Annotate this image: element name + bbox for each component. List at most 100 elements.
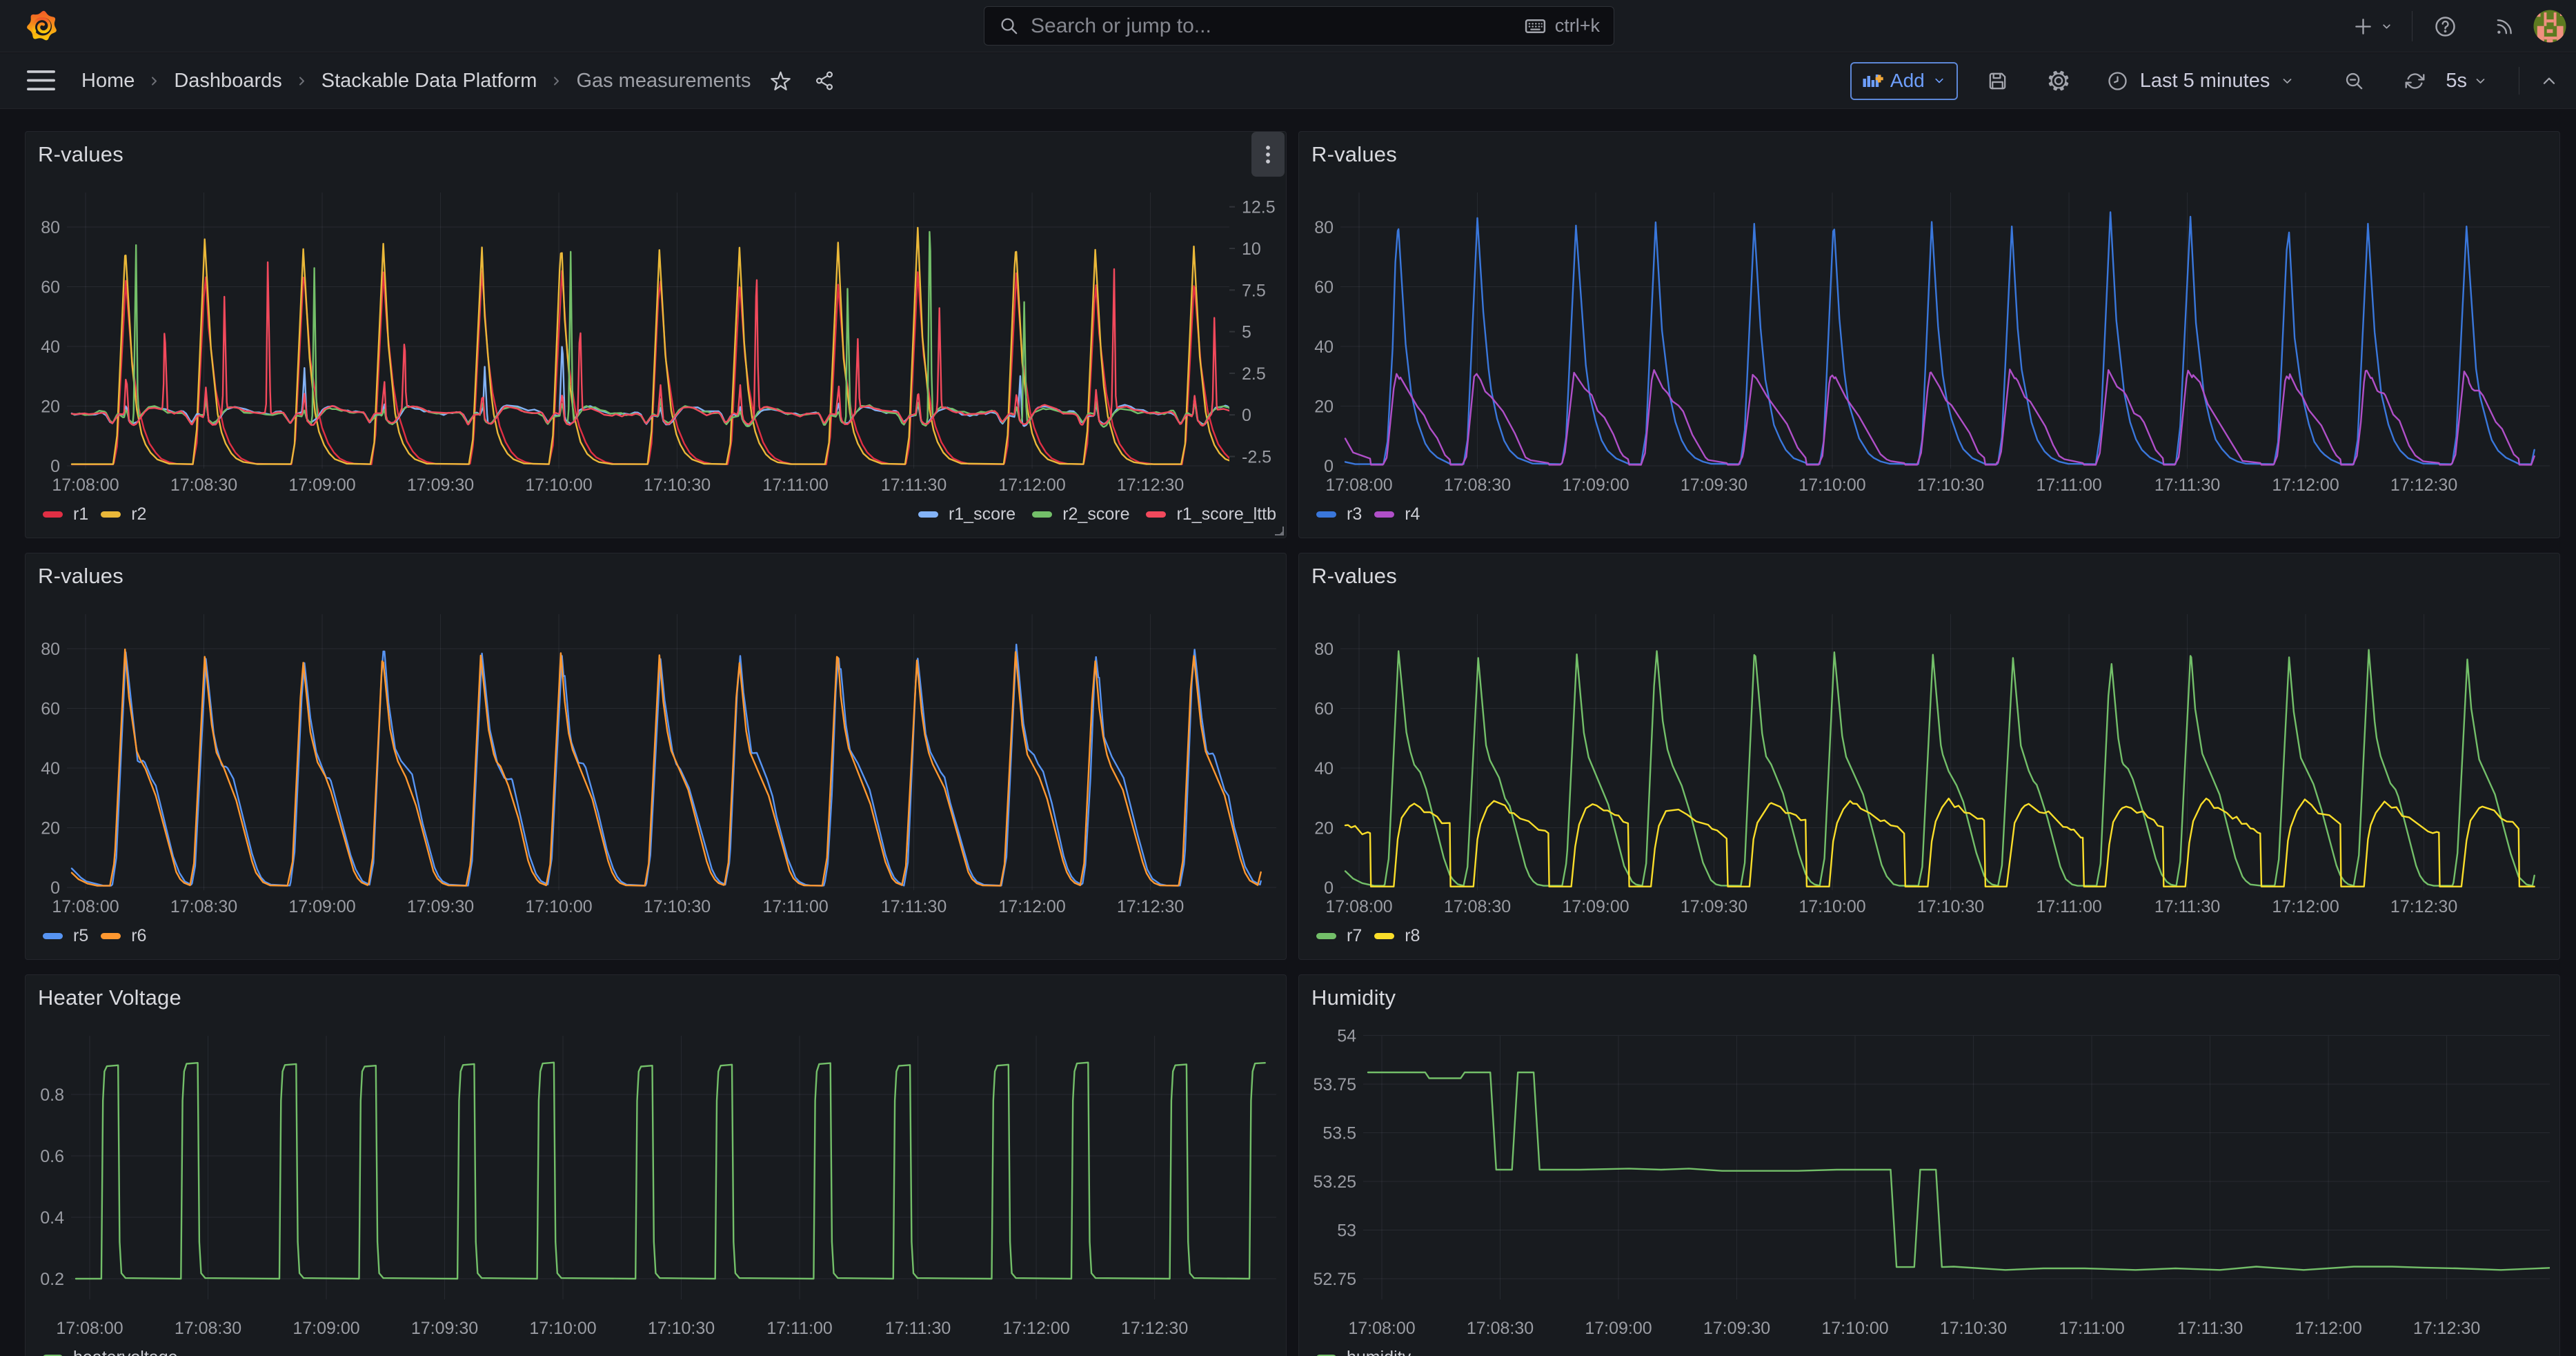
x-tick-label: 17:12:30: [2413, 1319, 2480, 1338]
x-tick-label: 17:09:30: [407, 475, 474, 495]
grafana-logo[interactable]: [25, 8, 59, 43]
legend-group: r3 r4: [1316, 504, 1432, 524]
series-r2[interactable]: [72, 228, 1261, 464]
legend-label: r8: [1405, 926, 1420, 946]
breadcrumb-dashboards[interactable]: Dashboards: [174, 70, 281, 92]
legend-swatch: [43, 933, 63, 939]
series-r2_score[interactable]: [72, 232, 1261, 427]
x-tick-label: 17:10:30: [1917, 475, 1984, 495]
series-r6[interactable]: [72, 649, 1261, 886]
panel-r-values-4: R-values 02040608017:08:0017:08:3017:09:…: [1298, 553, 2560, 960]
zoom-out-button[interactable]: [2324, 60, 2384, 101]
panel-legend: heatervoltage: [43, 1346, 1276, 1356]
y-tick-label: 0.8: [40, 1085, 64, 1105]
x-tick-label: 17:08:00: [52, 897, 119, 916]
legend-item-r7[interactable]: r7: [1316, 926, 1362, 946]
x-tick-label: 17:08:30: [170, 897, 237, 916]
x-tick-label: 17:11:00: [762, 475, 828, 495]
panel-r-values-3: R-values 02040608017:08:0017:08:3017:09:…: [25, 553, 1287, 960]
breadcrumb: Home Dashboards Stackable Data Platform …: [81, 70, 751, 92]
x-tick-label: 17:10:30: [644, 897, 711, 916]
legend-item-heatervoltage[interactable]: heatervoltage: [43, 1348, 178, 1356]
y-tick-label: 80: [1314, 218, 1334, 237]
time-series-chart[interactable]: 020406080-2.502.557.51012.517:08:0017:08…: [26, 132, 1286, 538]
legend-item-r2_score[interactable]: r2_score: [1032, 504, 1129, 524]
y2-tick-label: 2.5: [1242, 364, 1266, 384]
legend-swatch: [1146, 511, 1166, 518]
breadcrumb-folder[interactable]: Stackable Data Platform: [321, 70, 537, 92]
plus-icon: [2352, 16, 2374, 37]
refresh-interval-label: 5s: [2446, 70, 2467, 92]
legend-swatch: [1316, 933, 1336, 939]
y-tick-label: 20: [41, 397, 60, 417]
y2-tick-label: 0: [1242, 406, 1251, 425]
add-panel-button[interactable]: Add: [1850, 62, 1958, 100]
legend-item-r4[interactable]: r4: [1374, 504, 1420, 524]
refresh-button[interactable]: [2384, 60, 2445, 101]
legend-item-r5[interactable]: r5: [43, 926, 88, 946]
user-avatar[interactable]: [2527, 0, 2573, 52]
legend-item-r8[interactable]: r8: [1374, 926, 1420, 946]
series-heatervoltage[interactable]: [76, 1063, 1265, 1279]
new-button[interactable]: [2344, 0, 2402, 52]
y-tick-label: 52.75: [1313, 1270, 1356, 1289]
x-tick-label: 17:09:00: [1562, 475, 1629, 495]
star-icon: [769, 69, 793, 93]
x-tick-label: 17:12:30: [1117, 475, 1184, 495]
resize-handle[interactable]: [1274, 526, 1284, 535]
legend-label: r6: [131, 926, 146, 946]
dashboard-settings-button[interactable]: [2028, 60, 2089, 101]
save-icon: [1987, 70, 2008, 92]
series-r3[interactable]: [1345, 212, 2535, 464]
legend-item-r1_score_lttb[interactable]: r1_score_lttb: [1146, 504, 1276, 524]
legend-item-humidity[interactable]: humidity: [1316, 1348, 1411, 1356]
gear-icon: [2048, 70, 2070, 92]
time-range-picker[interactable]: Last 5 minutes: [2089, 70, 2324, 92]
x-tick-label: 17:11:30: [881, 475, 947, 495]
panel-r-values-1: R-values 020406080-2.502.557.51012.517:0…: [25, 131, 1287, 538]
help-button[interactable]: [2422, 0, 2468, 52]
x-tick-label: 17:10:00: [1821, 1319, 1888, 1338]
menu-toggle[interactable]: [27, 70, 55, 91]
dashboard-toolbar: Home Dashboards Stackable Data Platform …: [0, 53, 2576, 109]
x-tick-label: 17:10:00: [525, 897, 592, 916]
x-tick-label: 17:12:30: [1121, 1319, 1188, 1338]
time-series-chart[interactable]: 52.755353.2553.553.755417:08:0017:08:301…: [1299, 975, 2559, 1356]
chevron-right-icon: [146, 73, 162, 89]
panel-menu-button[interactable]: [1251, 132, 1285, 177]
share-button[interactable]: [813, 70, 835, 92]
time-series-chart[interactable]: 0.20.40.60.817:08:0017:08:3017:09:0017:0…: [26, 975, 1286, 1356]
collapse-toolbar-button[interactable]: [2528, 60, 2570, 101]
kebab-icon: [1265, 145, 1271, 164]
x-tick-label: 17:11:30: [2177, 1319, 2243, 1338]
legend-item-r3[interactable]: r3: [1316, 504, 1362, 524]
legend-item-r1[interactable]: r1: [43, 504, 88, 524]
legend-label: r7: [1347, 926, 1362, 946]
favorite-button[interactable]: [769, 69, 793, 93]
x-tick-label: 17:09:30: [1681, 475, 1747, 495]
x-tick-label: 17:08:30: [1467, 1319, 1534, 1338]
legend-swatch: [918, 511, 938, 518]
x-tick-label: 17:11:00: [2059, 1319, 2124, 1338]
x-tick-label: 17:10:30: [648, 1319, 715, 1338]
legend-swatch: [1032, 511, 1052, 518]
x-tick-label: 17:08:30: [1444, 897, 1511, 916]
time-series-chart[interactable]: 02040608017:08:0017:08:3017:09:0017:09:3…: [1299, 132, 2559, 538]
time-series-chart[interactable]: 02040608017:08:0017:08:3017:09:0017:09:3…: [26, 553, 1286, 959]
y-tick-label: 53.75: [1313, 1075, 1356, 1094]
search-input[interactable]: Search or jump to... ctrl+k: [984, 6, 1614, 46]
series-r5[interactable]: [72, 645, 1261, 886]
legend-item-r1_score[interactable]: r1_score: [918, 504, 1015, 524]
news-button[interactable]: [2481, 0, 2527, 52]
legend-item-r2[interactable]: r2: [101, 504, 146, 524]
breadcrumb-home[interactable]: Home: [81, 70, 135, 92]
series-humidity[interactable]: [1368, 1072, 2557, 1270]
y-tick-label: 60: [1314, 278, 1334, 297]
y2-tick-label: 10: [1242, 239, 1261, 259]
refresh-interval-picker[interactable]: 5s: [2446, 70, 2488, 92]
time-range-label: Last 5 minutes: [2140, 70, 2270, 92]
legend-item-r6[interactable]: r6: [101, 926, 146, 946]
save-dashboard-button[interactable]: [1968, 60, 2028, 101]
time-series-chart[interactable]: 02040608017:08:0017:08:3017:09:0017:09:3…: [1299, 553, 2559, 959]
zoom-out-icon: [2344, 70, 2365, 92]
